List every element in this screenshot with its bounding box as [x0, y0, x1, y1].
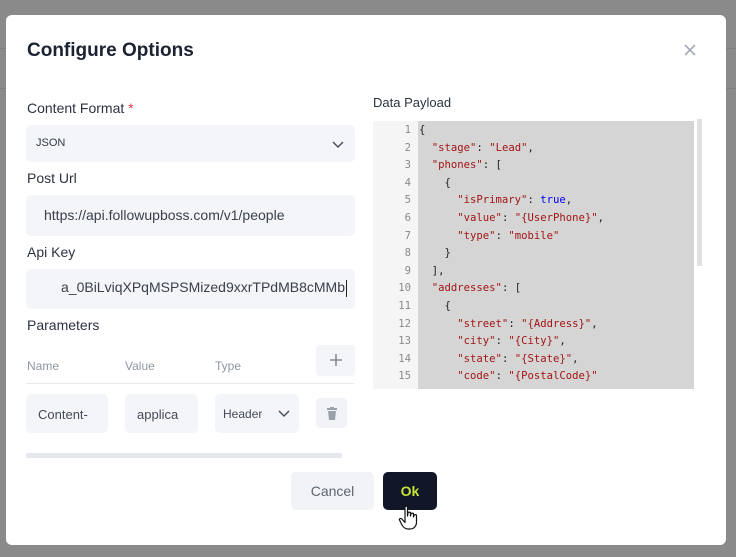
trash-icon [327, 407, 337, 420]
code-line: 8 } [373, 247, 694, 265]
api-key-scroll: a_0BiLviqXPqMSPSMized9xxrTPdMB8cMMb [32, 269, 347, 309]
line-number: 6 [404, 212, 411, 224]
code-line: 14 "state": "{State}", [373, 353, 694, 371]
api-key-value: a_0BiLviqXPqMSPSMized9xxrTPdMB8cMMb [61, 279, 345, 295]
code-text: "value": "{UserPhone}", [457, 212, 605, 224]
close-icon-glyph [684, 44, 696, 56]
plus-icon [329, 354, 342, 366]
api-key-value-wrap: a_0BiLviqXPqMSPSMized9xxrTPdMB8cMMb [61, 279, 347, 297]
content-format-label-text: Content Format [27, 100, 125, 116]
code-line: 11 { [373, 300, 694, 318]
code-text: { [419, 300, 451, 312]
line-number: 12 [398, 317, 411, 330]
column-value-header: Value [125, 359, 155, 373]
text-caret [346, 279, 347, 297]
column-type-header: Type [215, 359, 242, 373]
code-text: "city": "{City}", [457, 335, 566, 348]
code-line: 15 "code": "{PostalCode}" [373, 370, 694, 388]
chevron-down-icon [278, 410, 290, 418]
parameter-type-value: Header [223, 407, 263, 421]
line-number: 10 [398, 282, 411, 295]
line-number: 2 [404, 141, 411, 154]
close-icon[interactable] [681, 42, 699, 60]
line-number: 14 [398, 352, 411, 365]
configure-options-dialog: Configure Options Content Format * JSON … [6, 15, 726, 545]
parameter-name-input[interactable]: Content- [26, 394, 108, 433]
line-number: 15 [398, 370, 411, 383]
dialog-title: Configure Options [27, 40, 194, 61]
code-text: "addresses": [ [431, 282, 522, 295]
api-key-input[interactable]: a_0BiLviqXPqMSPSMized9xxrTPdMB8cMMb [26, 269, 355, 309]
post-url-value: https://api.followupboss.com/v1/people [44, 207, 285, 223]
code-line: 5 "isPrimary": true, [373, 194, 694, 212]
content-format-value: JSON [36, 137, 66, 149]
parameter-name-value: Content- [38, 407, 88, 422]
post-url-label: Post Url [27, 170, 77, 186]
code-line: 12 "street": "{Address}", [373, 318, 694, 336]
code-line: 9 ], [373, 265, 694, 283]
line-number: 13 [398, 335, 411, 348]
parameters-label: Parameters [27, 317, 100, 333]
parameters-header-divider [26, 383, 354, 384]
content-format-label: Content Format * [27, 100, 134, 116]
content-format-select[interactable]: JSON [26, 125, 355, 162]
parameters-horizontal-scrollbar[interactable] [26, 453, 342, 458]
data-payload-editor[interactable]: 1{2 "stage": "Lead", 3 "phones": [4 {5 "i… [373, 121, 694, 389]
line-number: 5 [404, 194, 411, 207]
code-text: "type": "mobile" [457, 229, 560, 242]
parameter-type-select[interactable]: Header [215, 394, 299, 433]
line-number: 3 [404, 159, 411, 172]
parameter-value-input[interactable]: applica [125, 394, 198, 433]
data-payload-label: Data Payload [373, 95, 452, 110]
code-line: 10 "addresses": [ [373, 282, 694, 300]
code-line: 3 "phones": [ [373, 159, 694, 177]
add-parameter-button[interactable] [316, 345, 355, 376]
delete-parameter-button[interactable] [316, 398, 347, 428]
code-text: { [419, 124, 426, 136]
required-mark: * [128, 100, 134, 116]
hand-pointer-cursor-icon [398, 505, 418, 530]
post-url-input[interactable]: https://api.followupboss.com/v1/people [26, 195, 355, 236]
chevron-down-icon [332, 141, 344, 149]
line-number: 8 [404, 247, 411, 260]
code-text: "isPrimary": true, [457, 194, 573, 207]
line-number: 4 [404, 176, 411, 189]
code-text: "phones": [ [431, 159, 502, 172]
line-number: 1 [404, 124, 411, 136]
code-text: ], [419, 264, 445, 277]
code-line: 2 "stage": "Lead", [373, 142, 694, 160]
code-line: 13 "city": "{City}", [373, 335, 694, 353]
code-text: "stage": "Lead", [431, 141, 534, 154]
code-text: "street": "{Address}", [457, 317, 598, 330]
cancel-button[interactable]: Cancel [291, 472, 374, 510]
code-line: 7 "type": "mobile" [373, 230, 694, 248]
parameter-value-value: applica [137, 407, 179, 422]
api-key-label: Api Key [27, 244, 76, 260]
code-text: "state": "{State}", [457, 352, 579, 365]
line-number: 11 [398, 300, 411, 312]
column-name-header: Name [27, 359, 60, 373]
code-text: { [419, 176, 451, 189]
line-number: 7 [404, 229, 411, 242]
editor-vertical-scrollbar[interactable] [697, 119, 702, 266]
code-line: 1{ [373, 124, 694, 142]
code-line: 4 { [373, 177, 694, 195]
line-number: 9 [404, 264, 411, 277]
code-text: "code": "{PostalCode}" [457, 370, 598, 383]
code-text: } [419, 247, 451, 260]
code-line: 6 "value": "{UserPhone}", [373, 212, 694, 230]
